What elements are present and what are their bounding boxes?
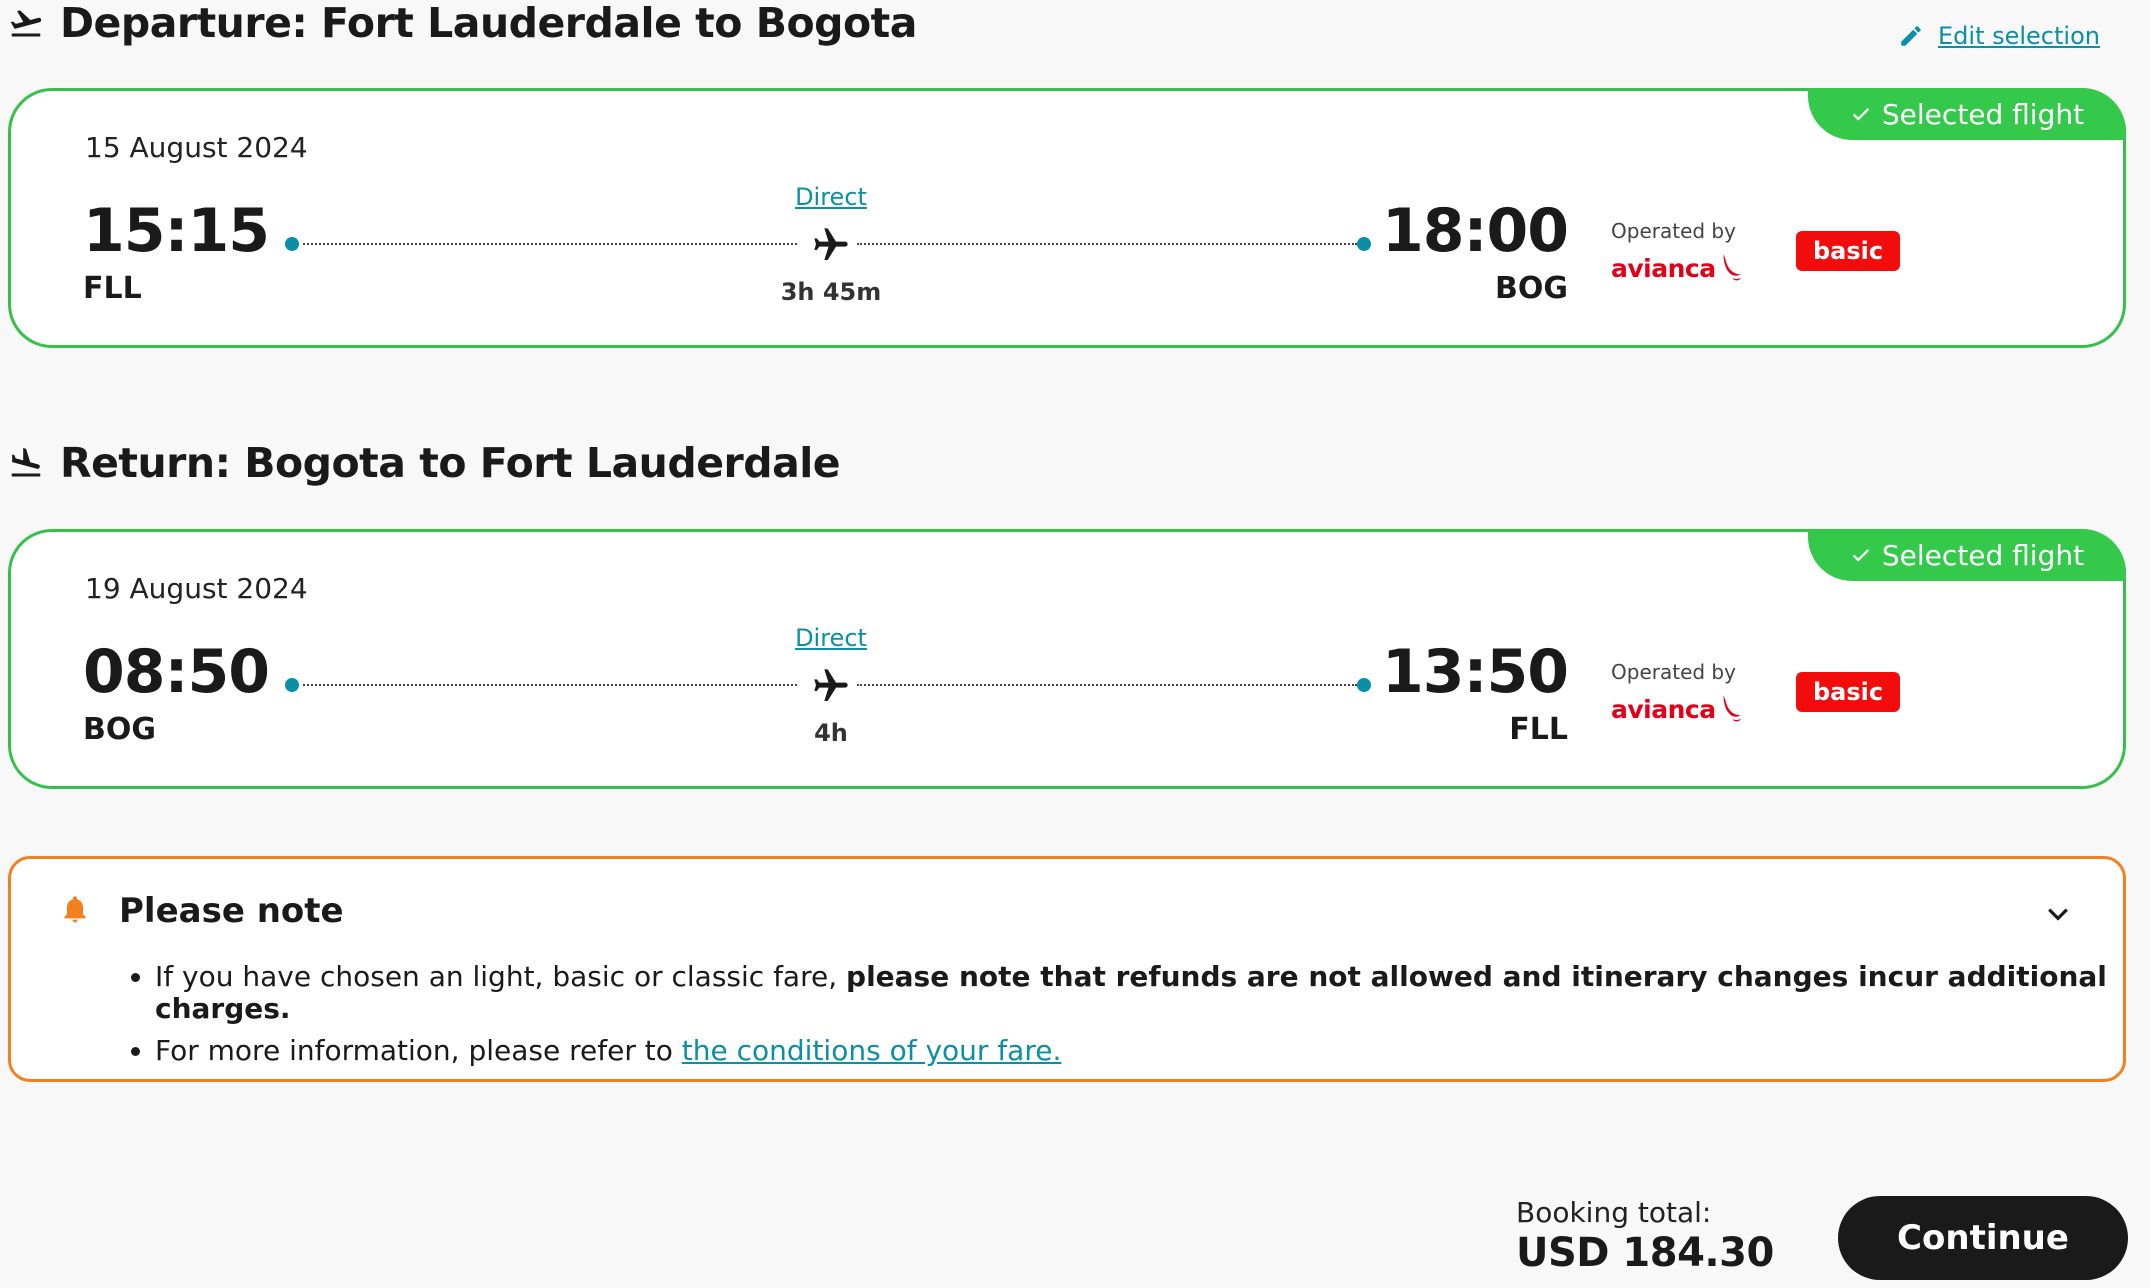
plane-icon: [814, 228, 848, 260]
avianca-bird-icon: [1723, 254, 1741, 281]
destination-dot: [1357, 237, 1371, 251]
return-title: Return: Bogota to Fort Lauderdale: [8, 438, 841, 488]
flight-duration: 4h: [814, 719, 848, 747]
selected-flight-label: Selected flight: [1881, 97, 2085, 131]
arrival-time: 18:00: [1382, 196, 1569, 266]
arrival-time: 13:50: [1382, 637, 1569, 707]
edit-selection-link[interactable]: Edit selection: [1898, 22, 2100, 50]
origin-dot: [285, 237, 299, 251]
return-flight-card[interactable]: Selected flight 19 August 2024 08:50 BOG…: [8, 529, 2126, 789]
avianca-bird-icon: [1723, 695, 1741, 722]
departure-title-text: Departure: Fort Lauderdale to Bogota: [60, 0, 917, 47]
bell-icon: [64, 896, 86, 923]
flight-date: 15 August 2024: [85, 131, 308, 164]
edit-selection-label[interactable]: Edit selection: [1938, 22, 2100, 50]
arrival-airport-code: BOG: [1495, 271, 1568, 306]
please-note-panel: Please note If you have chosen an light,…: [8, 856, 2126, 1082]
route-line-left: [303, 243, 797, 245]
route-line-right: [857, 684, 1357, 686]
note-list: If you have chosen an light, basic or cl…: [119, 961, 2123, 1077]
fare-badge: basic: [1796, 231, 1900, 271]
avianca-logo: avianca: [1611, 253, 1744, 283]
departure-flight-card[interactable]: Selected flight 15 August 2024 15:15 FLL…: [8, 88, 2126, 348]
departure-airport-code: BOG: [83, 712, 156, 747]
plane-landing-icon: [11, 448, 41, 477]
departure-airport-code: FLL: [83, 271, 142, 306]
continue-button[interactable]: Continue: [1838, 1196, 2128, 1280]
arrival-airport-code: FLL: [1509, 712, 1568, 747]
direct-link[interactable]: Direct: [791, 183, 871, 211]
fare-badge: basic: [1796, 672, 1900, 712]
route-line-left: [303, 684, 797, 686]
note-item-fare: If you have chosen an light, basic or cl…: [155, 961, 2123, 1025]
fare-conditions-link[interactable]: the conditions of your fare.: [682, 1034, 1062, 1067]
plane-icon: [814, 669, 848, 701]
booking-total-value: USD 184.30: [1516, 1230, 1774, 1276]
avianca-logo: avianca: [1611, 694, 1744, 724]
chevron-down-icon[interactable]: [2043, 899, 2073, 929]
check-icon: [1852, 549, 1870, 562]
selected-flight-label: Selected flight: [1881, 538, 2085, 572]
return-title-text: Return: Bogota to Fort Lauderdale: [60, 439, 841, 487]
booking-total-label: Booking total:: [1516, 1196, 1712, 1229]
flight-date: 19 August 2024: [85, 572, 308, 605]
departure-time: 15:15: [83, 196, 270, 266]
selected-flight-tab: Selected flight: [1808, 88, 2126, 140]
destination-dot: [1357, 678, 1371, 692]
note-item-conditions: For more information, please refer to th…: [155, 1035, 2123, 1067]
selected-flight-tab: Selected flight: [1808, 529, 2126, 581]
pencil-icon: [1901, 26, 1921, 46]
operated-by-label: Operated by: [1611, 660, 1736, 684]
plane-takeoff-icon: [10, 10, 42, 37]
departure-time: 08:50: [83, 637, 270, 707]
airline-name: avianca: [1611, 253, 1716, 283]
flight-duration: 3h 45m: [780, 278, 882, 306]
departure-title: Departure: Fort Lauderdale to Bogota: [8, 0, 917, 48]
airline-name: avianca: [1611, 694, 1716, 724]
operated-by-label: Operated by: [1611, 219, 1736, 243]
origin-dot: [285, 678, 299, 692]
check-icon: [1852, 108, 1870, 121]
please-note-title: Please note: [119, 891, 344, 931]
direct-link[interactable]: Direct: [791, 624, 871, 652]
route-line-right: [857, 243, 1357, 245]
